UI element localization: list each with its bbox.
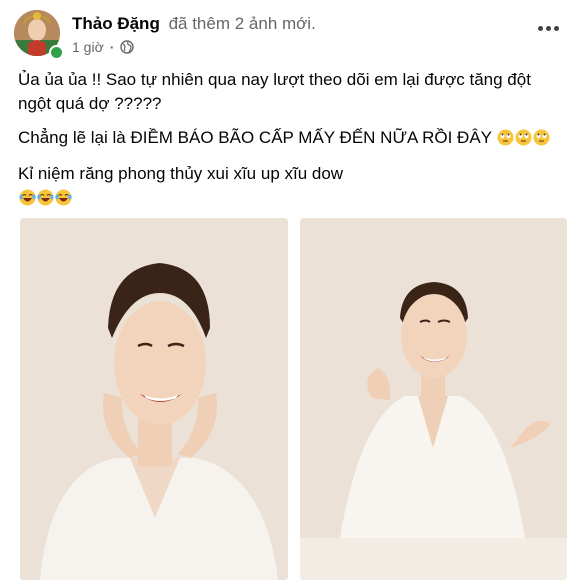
facebook-post: Thảo Đặng đã thêm 2 ảnh mới. 1 giờ · Ủa … (0, 0, 580, 585)
post-photo-2[interactable] (300, 218, 567, 580)
laughing-tears-emoji (55, 189, 72, 206)
author-action: đã thêm 2 ảnh mới. (168, 14, 316, 33)
post-text-line-2: Chẳng lẽ lại là ĐIỀM BÁO BÃO CẤP MẤY ĐẾN… (18, 126, 568, 150)
post-text-line-1: Ủa ủa ủa !! Sao tự nhiên qua nay lượt th… (18, 70, 531, 113)
laughing-tears-emoji (37, 189, 54, 206)
globe-icon[interactable] (120, 40, 135, 54)
laughing-tears-emoji (19, 189, 36, 206)
post-photo-1[interactable] (20, 218, 288, 580)
rolling-eyes-emoji (515, 129, 532, 146)
rolling-eyes-emoji (497, 129, 514, 146)
author-name[interactable]: Thảo Đặng (72, 14, 160, 33)
post-header: Thảo Đặng đã thêm 2 ảnh mới. 1 giờ · (14, 6, 566, 60)
post-text: Ủa ủa ủa !! Sao tự nhiên qua nay lượt th… (18, 68, 568, 210)
post-text-line-3: Kỉ niệm răng phong thủy xui xĩu up xĩu d… (18, 164, 344, 183)
meta-separator: · (109, 39, 115, 55)
more-horizontal-icon-dot (553, 25, 559, 31)
more-horizontal-icon (537, 25, 543, 31)
post-text-line-2-text: Chẳng lẽ lại là ĐIỀM BÁO BÃO CẤP MẤY ĐẾN… (18, 128, 492, 147)
post-text-line-3-emojis (18, 186, 568, 210)
online-status-dot (49, 45, 64, 60)
post-meta: 1 giờ · (72, 39, 135, 55)
rolling-eyes-emoji (533, 129, 550, 146)
post-timestamp[interactable]: 1 giờ (72, 39, 104, 55)
more-options-button[interactable] (530, 16, 566, 40)
author-line: Thảo Đặng đã thêm 2 ảnh mới. (72, 14, 316, 34)
more-horizontal-icon-dot (545, 25, 551, 31)
